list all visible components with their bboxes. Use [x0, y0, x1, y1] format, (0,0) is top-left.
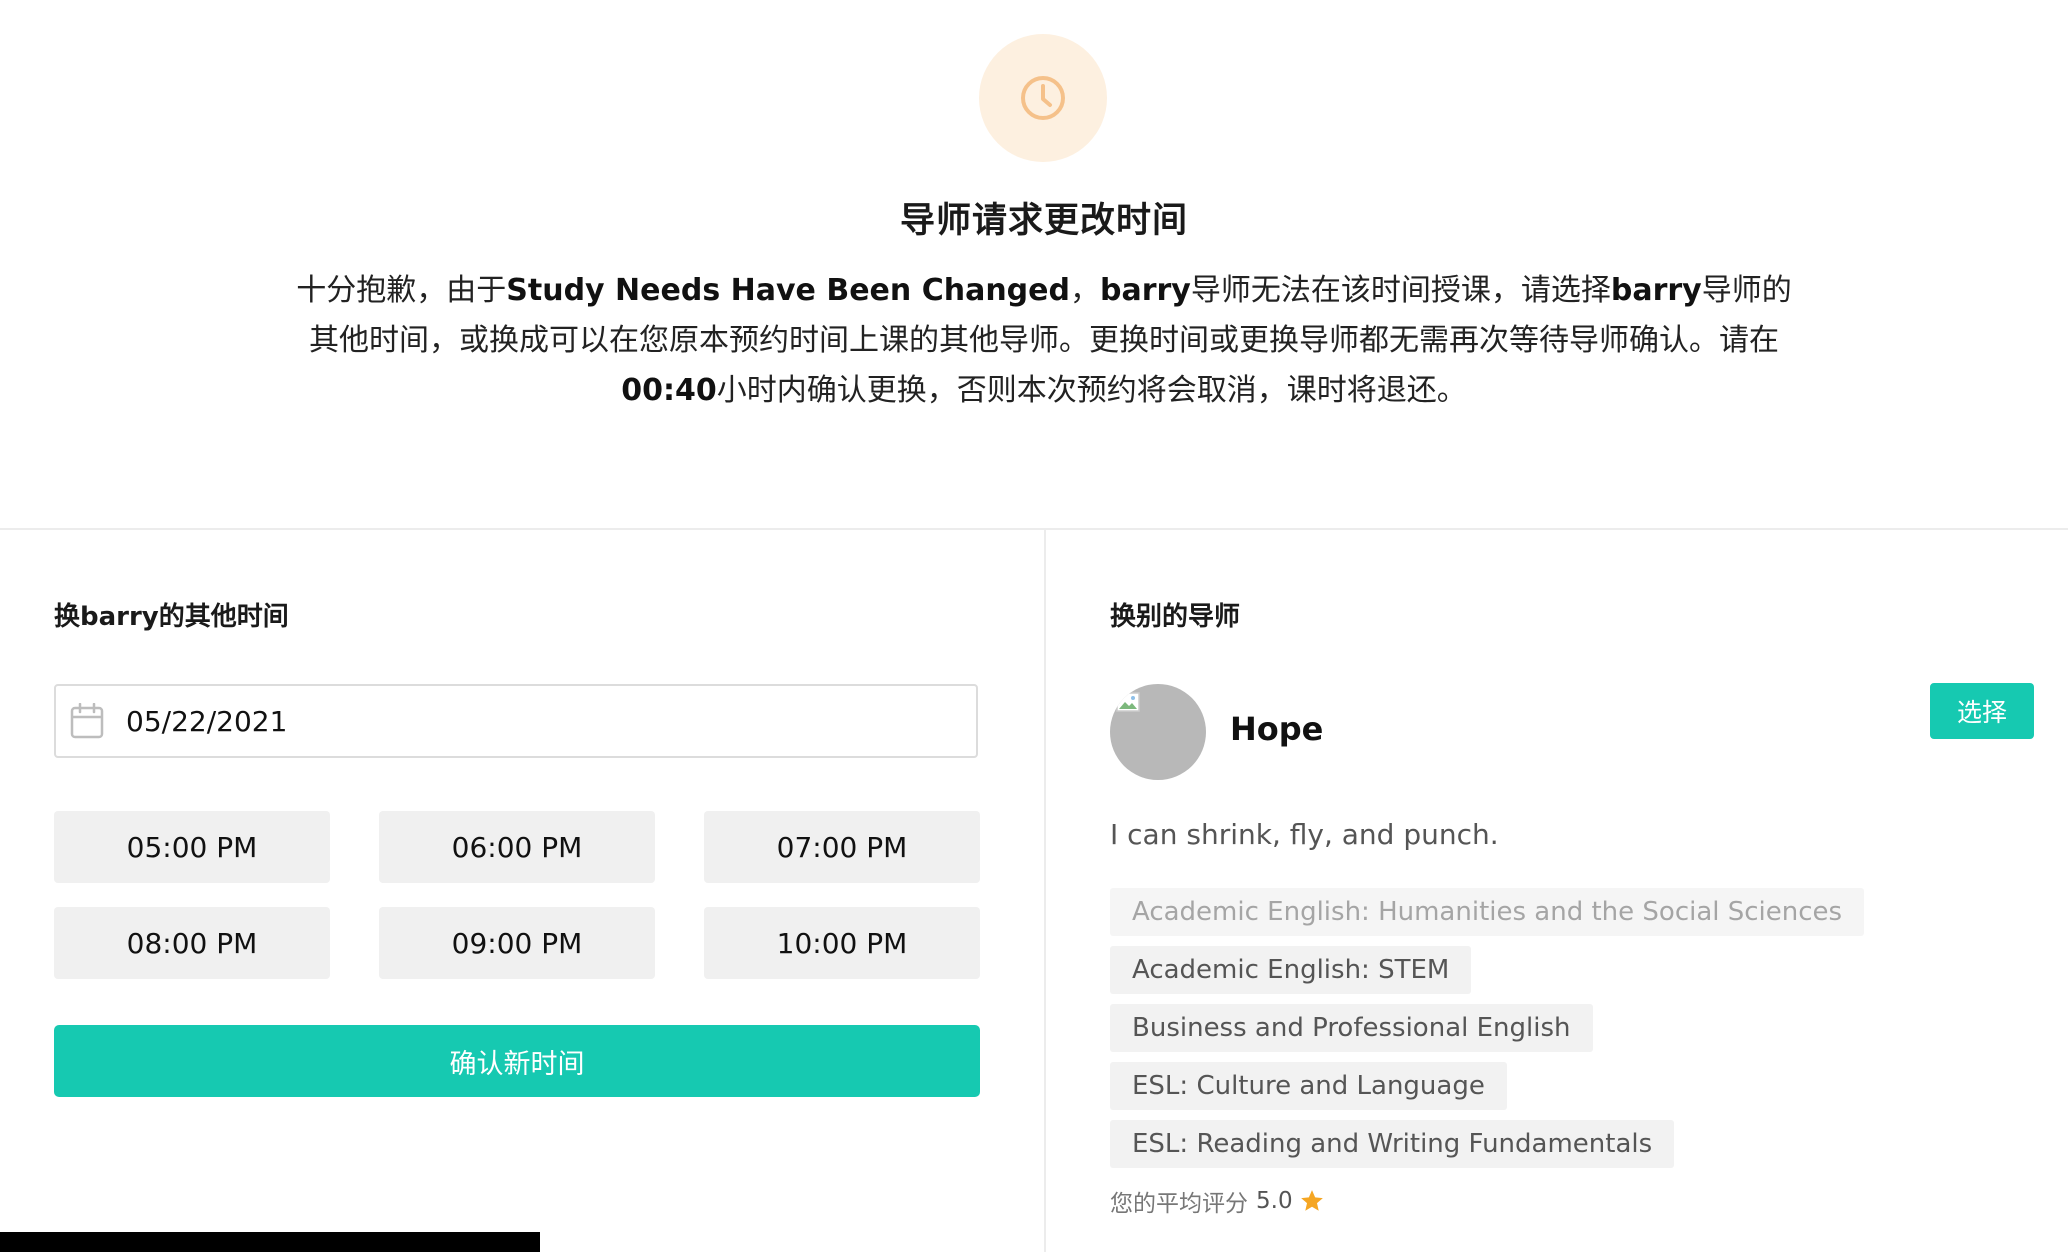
rating-label: 您的平均评分	[1110, 1191, 1248, 1217]
divider	[1044, 530, 1046, 1252]
time-slot-button[interactable]: 05:00 PM	[54, 811, 330, 883]
tutor-rating: 您的平均评分 5.0	[1110, 1184, 1325, 1218]
tutor-name-inline: barry	[1099, 273, 1191, 308]
select-tutor-button[interactable]: 选择	[1930, 683, 2034, 739]
star-icon	[1300, 1190, 1323, 1211]
deadline-time: 00:40	[621, 373, 717, 408]
time-slot-button[interactable]: 06:00 PM	[379, 811, 655, 883]
date-input[interactable]	[124, 703, 908, 739]
avatar	[1110, 684, 1206, 780]
tutor-name-inline: barry	[1610, 273, 1702, 308]
message-text: 小时内确认更换，否则本次预约将会取消，课时将退还。	[716, 373, 1467, 408]
page-title: 导师请求更改时间	[899, 201, 1188, 241]
time-slot-button[interactable]: 08:00 PM	[54, 907, 330, 979]
divider	[0, 528, 2068, 530]
bottom-bar	[0, 1232, 540, 1252]
calendar-icon	[70, 703, 106, 739]
time-slot-button[interactable]: 07:00 PM	[704, 811, 980, 883]
change-reason: Study Needs Have Been Changed	[506, 273, 1070, 308]
confirm-new-time-button[interactable]: 确认新时间	[54, 1025, 980, 1097]
date-picker[interactable]	[54, 684, 978, 758]
message-text: ，	[1069, 273, 1100, 308]
tutor-tag: ESL: Culture and Language	[1110, 1062, 1507, 1110]
message-text: 导师无法在该时间授课，请选择	[1190, 273, 1611, 308]
tutor-bio: I can shrink, fly, and punch.	[1110, 818, 1499, 851]
time-slot-button[interactable]: 09:00 PM	[379, 907, 655, 979]
tutor-tag: Academic English: Humanities and the Soc…	[1110, 888, 1865, 936]
notice-message: 十分抱歉，由于Study Needs Have Been Changed，bar…	[290, 266, 1798, 416]
time-slot-button[interactable]: 10:00 PM	[704, 907, 980, 979]
tutor-tag: ESL: Reading and Writing Fundamentals	[1110, 1120, 1675, 1168]
tutor-name: Hope	[1230, 710, 1324, 748]
tutor-tag: Academic English: STEM	[1110, 946, 1472, 994]
change-tutor-section-title: 换别的导师	[1110, 602, 1241, 632]
tutor-tag: Business and Professional English	[1110, 1004, 1593, 1052]
clock-icon	[979, 34, 1107, 162]
broken-image-icon	[1116, 692, 1140, 712]
reschedule-section-title: 换barry的其他时间	[54, 602, 289, 632]
rating-value: 5.0	[1256, 1188, 1293, 1214]
notice-header: 导师请求更改时间 十分抱歉，由于Study Needs Have Been Ch…	[0, 0, 2068, 528]
message-text: 十分抱歉，由于	[296, 273, 507, 308]
